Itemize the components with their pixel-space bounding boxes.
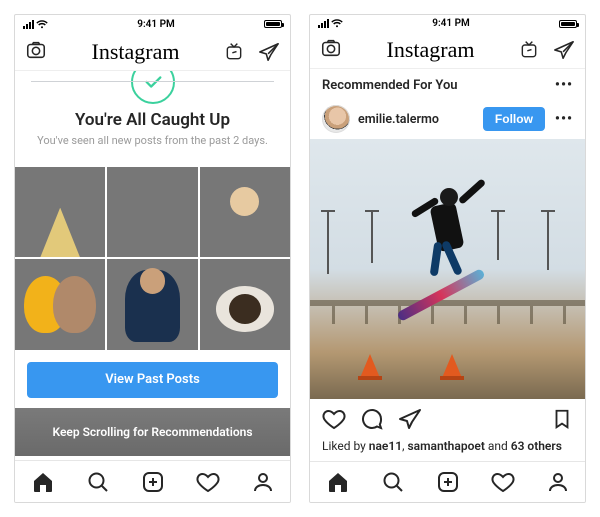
post-header: emilie.talermo Follow ••• [310, 99, 585, 139]
recommended-title: Recommended For You [322, 78, 458, 93]
likes-text: Liked by nae11, samanthapoet and 63 othe… [310, 439, 585, 461]
instagram-logo: Instagram [92, 39, 180, 65]
user-avatar[interactable] [322, 105, 350, 133]
igtv-icon[interactable] [224, 42, 244, 62]
liker-name[interactable]: nae11 [369, 439, 402, 453]
direct-messages-icon[interactable] [258, 41, 280, 63]
caught-up-subtitle: You've seen all new posts from the past … [31, 134, 274, 147]
caught-up-title: You're All Caught Up [31, 110, 274, 130]
status-bar: 9:41 PM [15, 15, 290, 33]
app-header: Instagram [310, 32, 585, 69]
scroll-hint-banner: Keep Scrolling for Recommendations [15, 408, 290, 456]
recommended-header: Recommended For You ••• [310, 69, 585, 99]
battery-icon [264, 20, 282, 28]
post-more-options-icon[interactable]: ••• [555, 111, 573, 127]
instagram-logo: Instagram [387, 37, 475, 63]
post-thumbnail[interactable] [15, 259, 105, 349]
wifi-icon [36, 20, 48, 29]
new-post-tab-icon[interactable] [436, 470, 460, 494]
search-tab-icon[interactable] [381, 470, 405, 494]
igtv-icon[interactable] [519, 40, 539, 60]
post-thumbnail[interactable] [15, 167, 105, 257]
activity-tab-icon[interactable] [196, 470, 220, 494]
past-posts-grid [15, 155, 290, 350]
more-options-icon[interactable]: ••• [555, 77, 573, 93]
caught-up-panel: You're All Caught Up You've seen all new… [15, 71, 290, 460]
view-past-posts-button[interactable]: View Past Posts [27, 362, 278, 398]
camera-icon[interactable] [320, 37, 342, 63]
checkmark-circle-icon [131, 71, 175, 104]
activity-tab-icon[interactable] [491, 470, 515, 494]
profile-tab-icon[interactable] [251, 470, 275, 494]
status-bar: 9:41 PM [310, 15, 585, 32]
profile-tab-icon[interactable] [546, 470, 570, 494]
status-time: 9:41 PM [432, 18, 470, 29]
comment-icon[interactable] [360, 407, 384, 435]
battery-icon [559, 20, 577, 28]
like-icon[interactable] [322, 407, 346, 435]
search-tab-icon[interactable] [86, 470, 110, 494]
direct-messages-icon[interactable] [553, 39, 575, 61]
phone-right: 9:41 PM Instagram Recommended For You ••… [309, 14, 586, 503]
post-image[interactable] [310, 139, 585, 399]
home-tab-icon[interactable] [31, 470, 55, 494]
post-thumbnail[interactable] [200, 167, 290, 257]
tab-bar [15, 460, 290, 502]
bookmark-icon[interactable] [551, 407, 573, 435]
wifi-icon [331, 19, 343, 28]
status-time: 9:41 PM [137, 19, 175, 30]
others-count[interactable]: 63 others [511, 439, 562, 453]
post-username[interactable]: emilie.talermo [358, 112, 439, 127]
camera-icon[interactable] [25, 39, 47, 65]
tab-bar [310, 461, 585, 502]
cellular-signal-icon [23, 20, 34, 29]
cellular-signal-icon [318, 19, 329, 28]
post-thumbnail[interactable] [107, 259, 197, 349]
follow-button[interactable]: Follow [483, 107, 545, 131]
post-thumbnail[interactable] [107, 167, 197, 257]
post-thumbnail[interactable] [200, 259, 290, 349]
liker-name[interactable]: samanthapoet [407, 439, 484, 453]
post-actions [310, 399, 585, 439]
new-post-tab-icon[interactable] [141, 470, 165, 494]
share-icon[interactable] [398, 407, 422, 435]
divider [31, 81, 274, 82]
home-tab-icon[interactable] [326, 470, 350, 494]
app-header: Instagram [15, 33, 290, 71]
phone-left: 9:41 PM Instagram You're All Caught Up Y… [14, 14, 291, 503]
